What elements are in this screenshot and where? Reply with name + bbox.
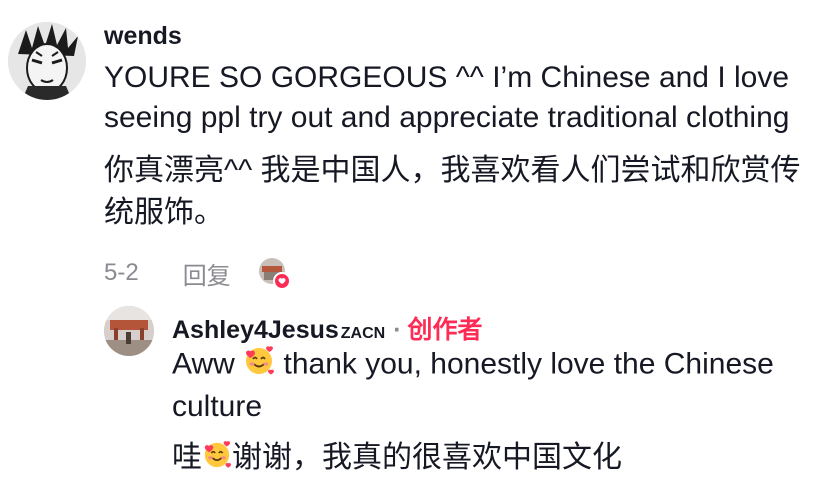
reply-translation: 哇 谢谢，我真的很喜欢中国文化 (172, 438, 622, 480)
smiling-face-with-hearts-icon (202, 439, 232, 480)
separator-dot: · (393, 316, 402, 344)
reply-author-avatar[interactable] (104, 306, 154, 356)
reply-translation-start: 哇 (172, 441, 202, 474)
comment-text: YOURE SO GORGEOUS ^^ I’m Chinese and I l… (104, 61, 790, 134)
reply-button[interactable]: 回复 (183, 256, 231, 291)
reply-username[interactable]: Ashley4Jesus (172, 316, 339, 345)
photo-avatar-icon (104, 306, 154, 356)
commenter-avatar[interactable] (8, 22, 86, 100)
creator-liked-icon (257, 256, 291, 290)
comment-meta: 5-2 回复 (104, 256, 291, 290)
manga-face-avatar-icon (8, 22, 86, 100)
reply-translation-end: 谢谢，我真的很喜欢中国文化 (232, 441, 622, 474)
reply-text-start: Aww (172, 347, 235, 381)
reply-text: Aww thank you, honestly love the Chinese… (172, 344, 812, 427)
comment-translation: 你真漂亮^^ 我是中国人，我喜欢看人们尝试和欣赏传统服饰。 (104, 154, 801, 229)
creator-badge: 创作者 (407, 316, 483, 344)
reply-username-suffix: ZACN (340, 325, 386, 342)
smiling-face-with-hearts-icon (243, 344, 275, 387)
comment-date: 5-2 (104, 259, 139, 286)
reply-header: Ashley4Jesus ZACN · 创作者 (172, 310, 483, 346)
commenter-username[interactable]: wends (104, 22, 182, 51)
